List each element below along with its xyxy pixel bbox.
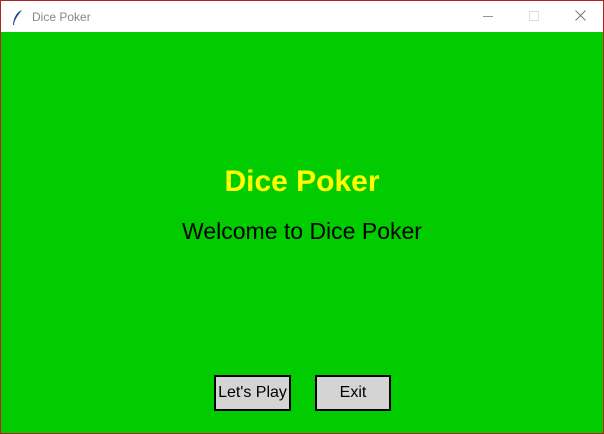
minimize-icon xyxy=(483,8,493,26)
exit-button[interactable]: Exit xyxy=(315,375,391,411)
maximize-button[interactable] xyxy=(511,1,557,32)
main-content: Dice Poker Welcome to Dice Poker Let's P… xyxy=(1,32,603,433)
maximize-icon xyxy=(529,8,539,26)
window-title: Dice Poker xyxy=(32,10,91,24)
close-icon xyxy=(574,8,586,26)
app-window: Dice Poker Dice Poker Welcome to Dice Po… xyxy=(0,0,604,434)
page-title: Dice Poker xyxy=(224,165,380,198)
lets-play-button[interactable]: Let's Play xyxy=(214,375,291,411)
feather-icon xyxy=(11,9,25,26)
minimize-button[interactable] xyxy=(465,1,511,32)
title-bar[interactable]: Dice Poker xyxy=(1,1,603,32)
close-button[interactable] xyxy=(557,1,603,32)
welcome-message: Welcome to Dice Poker xyxy=(182,218,422,244)
